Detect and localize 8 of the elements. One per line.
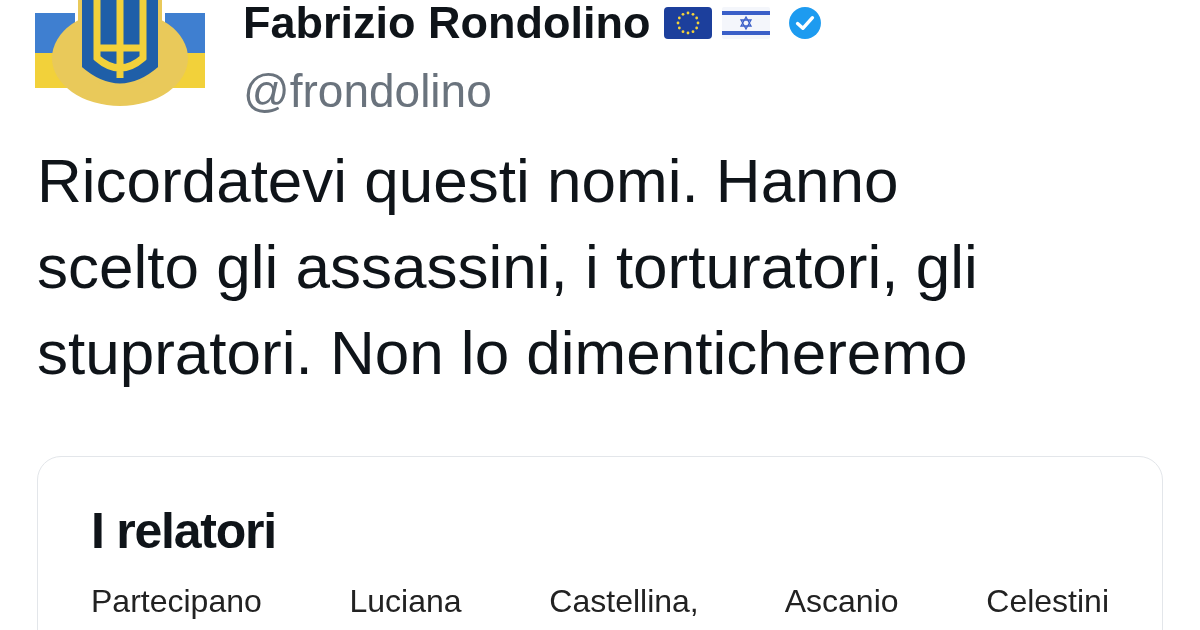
author-name[interactable]: Fabrizio Rondolino	[243, 0, 651, 46]
card-title: I relatori	[91, 503, 277, 559]
author-handle[interactable]: @frondolino	[243, 66, 823, 116]
link-card[interactable]: I relatori Partecipano Luciana Castellina, Ascanio Celestini	[37, 456, 1163, 630]
card-text: Partecipano Luciana Castellina, Ascanio Celestini	[91, 583, 1109, 619]
tweet-text: Ricordatevi questi nomi. Hanno scelto gli assassini, i torturatori, gli stupratori. Non lo dimenticheremo	[37, 145, 979, 389]
flag-icon	[722, 7, 771, 39]
flag-icon	[664, 7, 713, 39]
